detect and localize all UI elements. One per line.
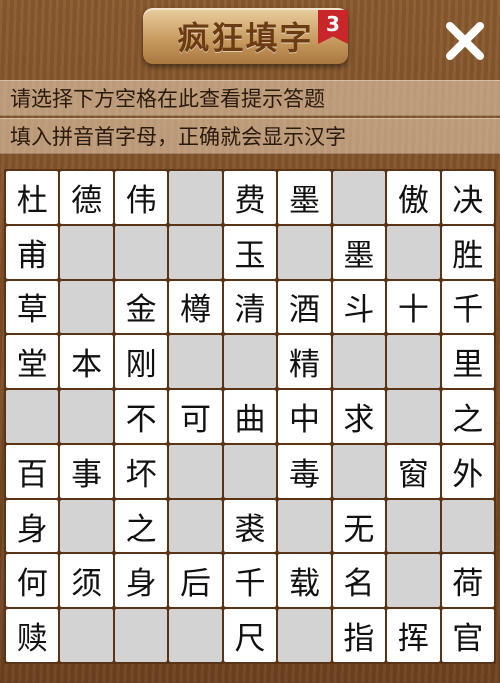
grid-cell-filled[interactable]: 挥: [387, 609, 440, 662]
game-screen: 疯狂填字 3 请选择下方空格在此查看提示答题 填入拼音首字母，正确就会显示汉字 …: [0, 0, 500, 683]
grid-cell-filled[interactable]: 金: [114, 280, 168, 334]
grid-cell-filled[interactable]: 千: [441, 280, 494, 334]
grid-cell-filled[interactable]: 之: [441, 390, 494, 443]
grid-cell-blank[interactable]: [60, 499, 113, 553]
grid-cell-blank[interactable]: [169, 444, 222, 498]
grid-cell-filled[interactable]: 名: [332, 554, 386, 608]
grid-cell-filled[interactable]: 可: [169, 390, 222, 443]
title-plaque: 疯狂填字: [143, 8, 348, 64]
grid-cell-filled[interactable]: 草: [6, 280, 59, 334]
grid-cell-filled[interactable]: 官: [441, 609, 494, 662]
game-title: 疯狂填字: [177, 19, 314, 57]
grid-cell-filled[interactable]: 堂: [6, 335, 59, 389]
grid-cell-filled[interactable]: 胜: [441, 225, 494, 279]
grid-cell-blank[interactable]: [332, 444, 386, 498]
grid-cell-blank[interactable]: [169, 225, 222, 279]
grid-cell-filled[interactable]: 斗: [332, 280, 386, 334]
grid-cell-filled[interactable]: 墨: [332, 225, 386, 279]
grid-cell-blank[interactable]: [169, 171, 222, 224]
grid-cell-filled[interactable]: 十: [387, 280, 440, 334]
grid-cell-filled[interactable]: 后: [169, 554, 222, 608]
grid-cell-filled[interactable]: 身: [114, 554, 168, 608]
grid-cell-blank[interactable]: [60, 225, 113, 279]
grid-cell-blank[interactable]: [332, 171, 386, 224]
grid-cell-filled[interactable]: 甫: [6, 225, 59, 279]
grid-cell-filled[interactable]: 傲: [387, 171, 440, 224]
top-bar: 疯狂填字 3: [0, 0, 500, 76]
grid-cell-filled[interactable]: 中: [278, 390, 331, 443]
hint-instruction-select: 请选择下方空格在此查看提示答题: [0, 80, 500, 116]
grid-cell-filled[interactable]: 墨: [278, 171, 331, 224]
grid-cell-filled[interactable]: 刚: [114, 335, 168, 389]
grid-cell-filled[interactable]: 窗: [387, 444, 440, 498]
grid-cell-filled[interactable]: 之: [114, 499, 168, 553]
grid-cell-filled[interactable]: 清: [223, 280, 277, 334]
grid-cell-filled[interactable]: 毒: [278, 444, 331, 498]
hint-instruction-pinyin: 填入拼音首字母，正确就会显示汉字: [0, 118, 500, 154]
grid-cell-filled[interactable]: 坏: [114, 444, 168, 498]
grid-cell-filled[interactable]: 载: [278, 554, 331, 608]
grid-cell-filled[interactable]: 德: [60, 171, 113, 224]
grid-cell-filled[interactable]: 杜: [6, 171, 59, 224]
grid-cell-blank[interactable]: [387, 499, 440, 553]
grid-cell-blank[interactable]: [387, 554, 440, 608]
grid-cell-filled[interactable]: 百: [6, 444, 59, 498]
grid-cell-blank[interactable]: [6, 390, 59, 443]
grid-cell-blank[interactable]: [114, 609, 168, 662]
grid-cell-blank[interactable]: [60, 390, 113, 443]
grid-cell-filled[interactable]: 本: [60, 335, 113, 389]
grid-cell-blank[interactable]: [169, 335, 222, 389]
grid-cell-filled[interactable]: 事: [60, 444, 113, 498]
grid-cell-filled[interactable]: 樽: [169, 280, 222, 334]
grid-cell-filled[interactable]: 指: [332, 609, 386, 662]
grid-cell-filled[interactable]: 曲: [223, 390, 277, 443]
grid-cell-blank[interactable]: [223, 335, 277, 389]
grid-cell-filled[interactable]: 不: [114, 390, 168, 443]
grid-cell-filled[interactable]: 精: [278, 335, 331, 389]
grid-cell-blank[interactable]: [169, 499, 222, 553]
grid-cell-filled[interactable]: 荷: [441, 554, 494, 608]
grid-cell-blank[interactable]: [114, 225, 168, 279]
grid-cell-filled[interactable]: 里: [441, 335, 494, 389]
grid-cell-filled[interactable]: 费: [223, 171, 277, 224]
grid-cell-filled[interactable]: 何: [6, 554, 59, 608]
grid-cell-blank[interactable]: [169, 609, 222, 662]
grid-cell-filled[interactable]: 求: [332, 390, 386, 443]
grid-cell-filled[interactable]: 尺: [223, 609, 277, 662]
grid-cell-blank[interactable]: [223, 444, 277, 498]
grid-cell-blank[interactable]: [387, 225, 440, 279]
grid-cell-filled[interactable]: 千: [223, 554, 277, 608]
grid-cell-blank[interactable]: [387, 390, 440, 443]
close-button[interactable]: [438, 14, 492, 68]
grid-cell-filled[interactable]: 无: [332, 499, 386, 553]
grid-cell-filled[interactable]: 须: [60, 554, 113, 608]
grid-cell-filled[interactable]: 裘: [223, 499, 277, 553]
grid-cell-filled[interactable]: 外: [441, 444, 494, 498]
grid-cell-blank[interactable]: [60, 280, 113, 334]
grid-cell-filled[interactable]: 酒: [278, 280, 331, 334]
grid-cell-blank[interactable]: [278, 609, 331, 662]
grid-cell-filled[interactable]: 玉: [223, 225, 277, 279]
grid-cell-blank[interactable]: [278, 499, 331, 553]
grid-cell-blank[interactable]: [278, 225, 331, 279]
grid-cell-filled[interactable]: 身: [6, 499, 59, 553]
grid-cell-blank[interactable]: [387, 335, 440, 389]
grid-cell-blank[interactable]: [441, 499, 494, 553]
grid-cell-blank[interactable]: [332, 335, 386, 389]
grid-cell-filled[interactable]: 伟: [114, 171, 168, 224]
grid-cell-blank[interactable]: [60, 609, 113, 662]
grid-cell-filled[interactable]: 决: [441, 171, 494, 224]
grid-cell-filled[interactable]: 赎: [6, 609, 59, 662]
crossword-grid: 杜德伟费墨傲决甫玉墨胜草金樽清酒斗十千堂本刚精里不可曲中求之百事坏毒窗外身之裘无…: [4, 169, 496, 664]
close-x-icon: [446, 22, 484, 60]
